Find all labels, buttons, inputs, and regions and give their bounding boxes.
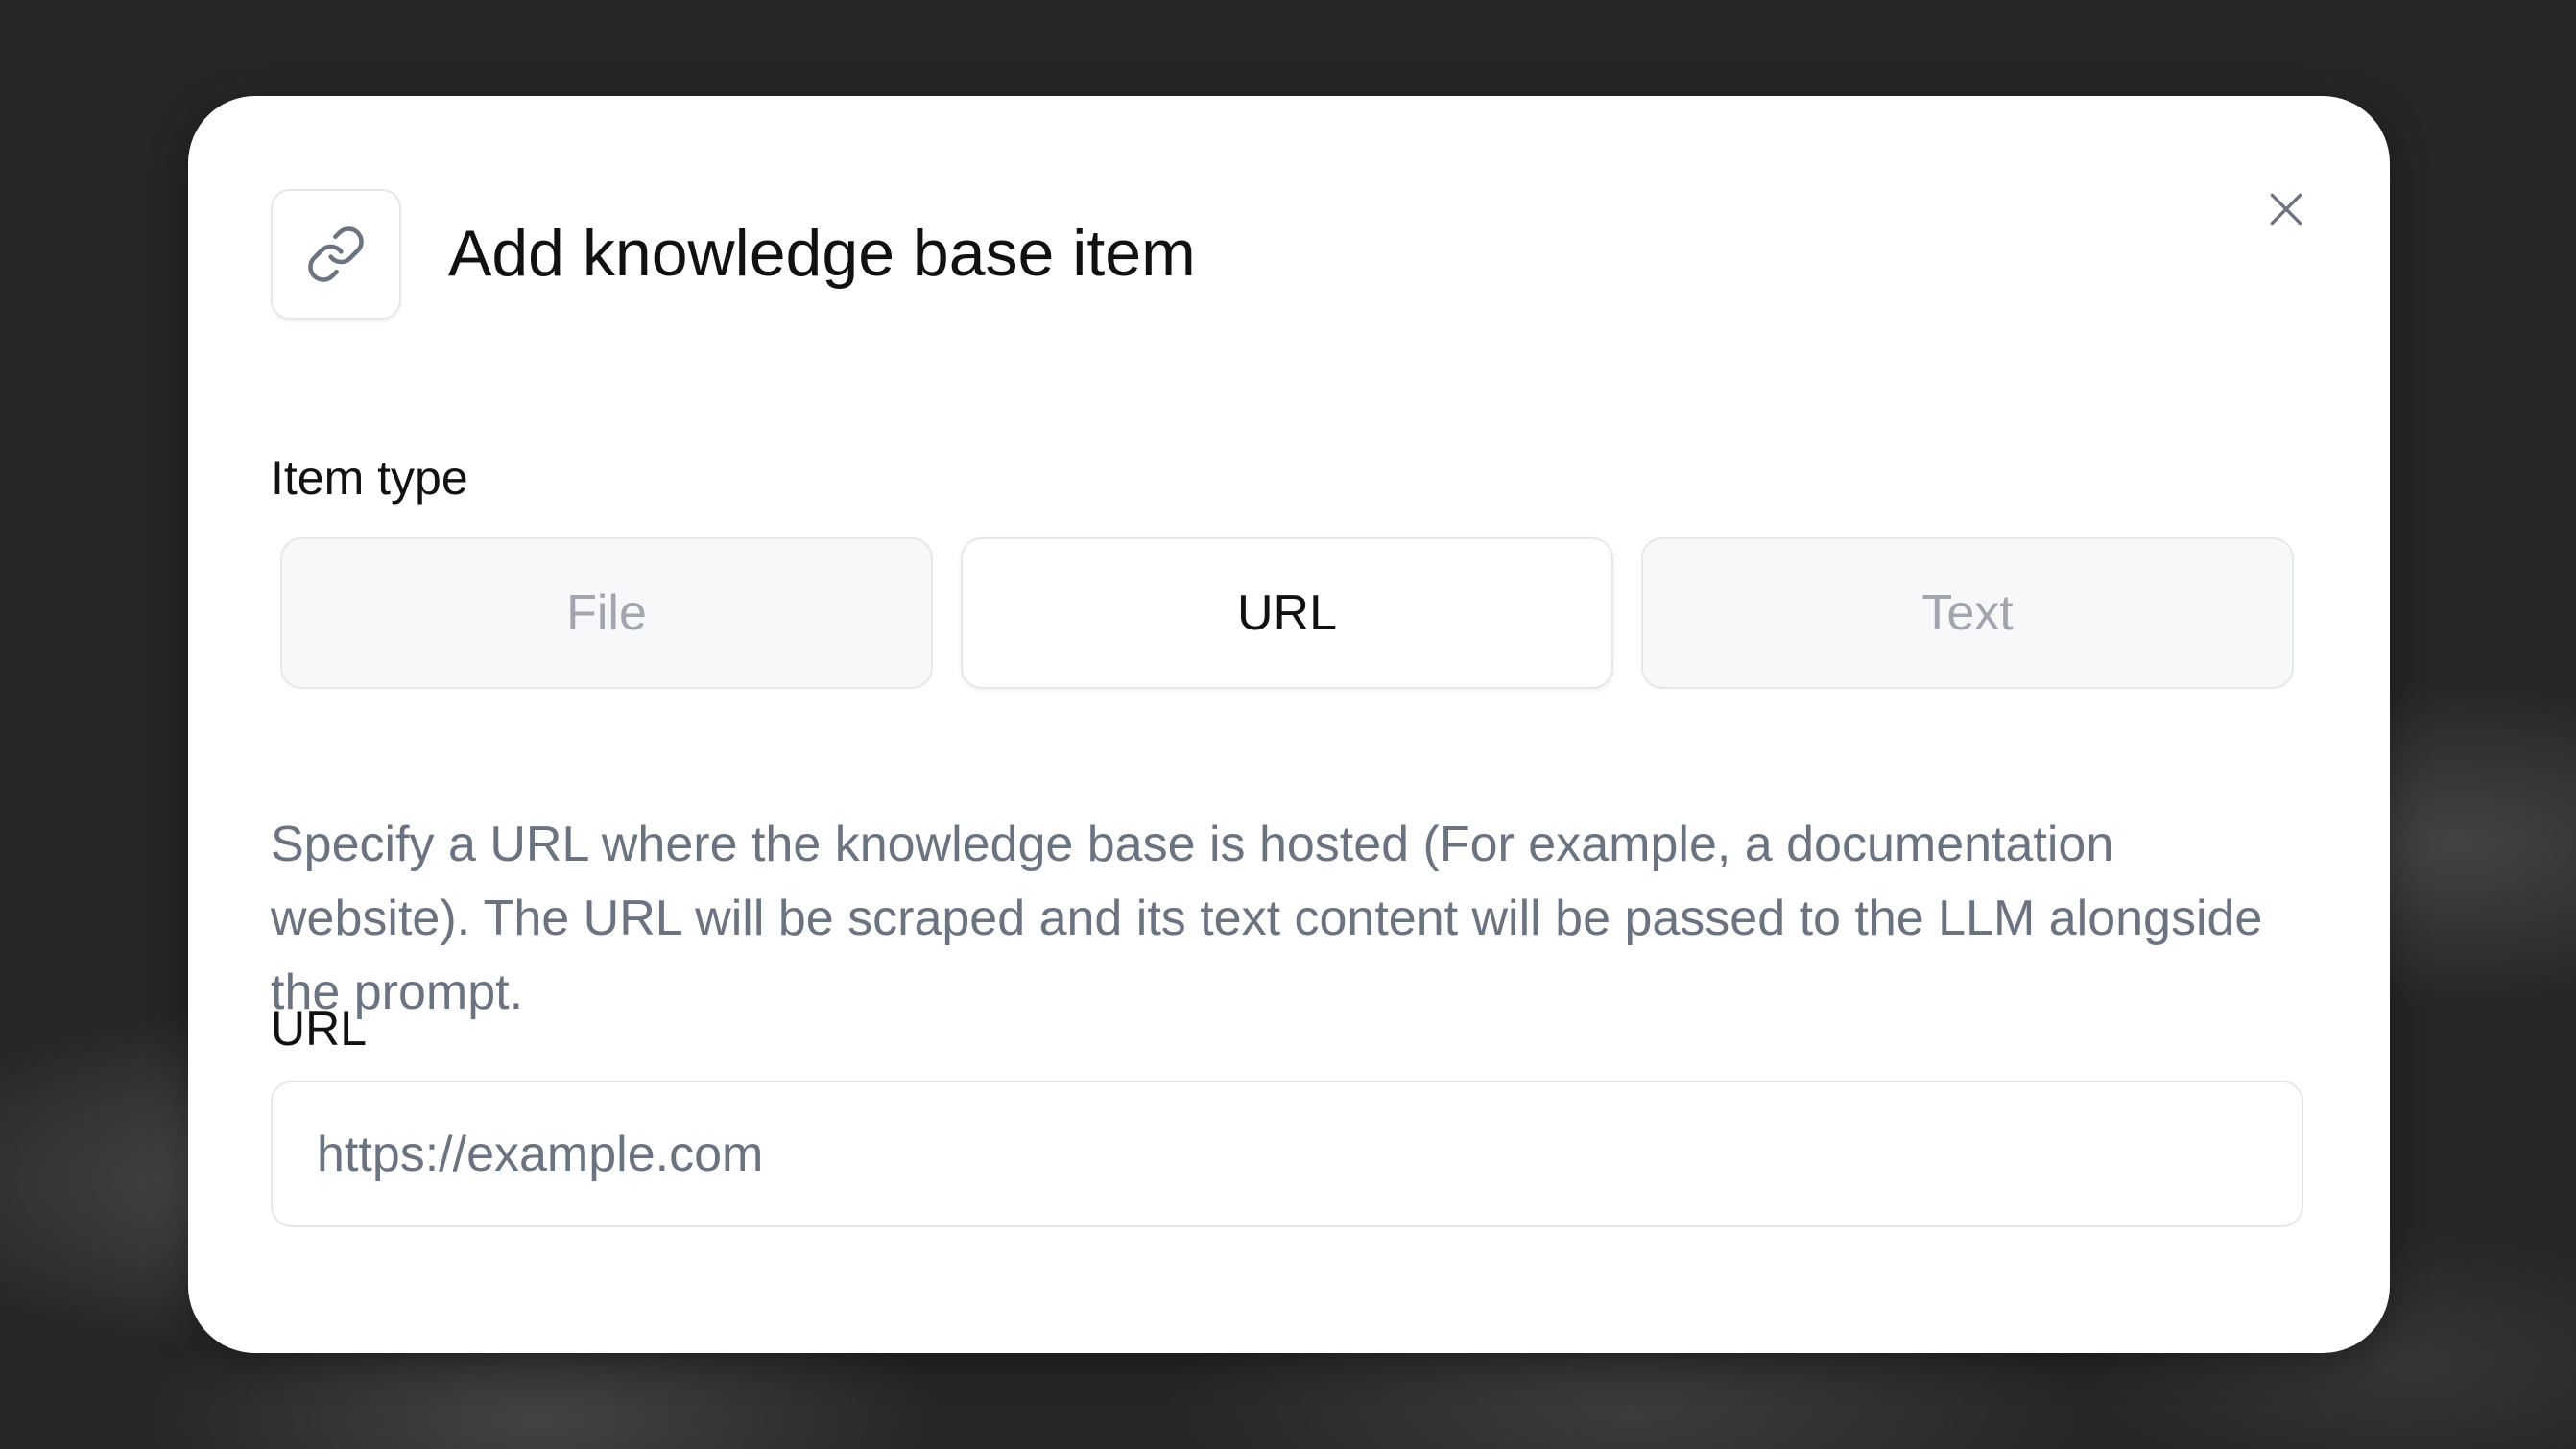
item-type-file[interactable]: File <box>280 537 933 689</box>
add-knowledge-base-dialog: Add knowledge base item Item type File U… <box>188 96 2390 1353</box>
item-type-selector: File URL Text <box>280 537 2294 689</box>
item-type-text[interactable]: Text <box>1641 537 2294 689</box>
item-type-url[interactable]: URL <box>961 537 1613 689</box>
dialog-header-icon <box>271 189 401 320</box>
close-icon <box>2270 193 2302 226</box>
item-type-label: Item type <box>271 451 468 505</box>
link-icon <box>308 226 364 282</box>
dialog-title: Add knowledge base item <box>448 217 1196 290</box>
close-button[interactable] <box>2252 175 2321 244</box>
url-input[interactable] <box>271 1081 2303 1227</box>
item-type-description: Specify a URL where the knowledge base i… <box>271 817 2263 1020</box>
url-field-label: URL <box>271 1002 368 1056</box>
